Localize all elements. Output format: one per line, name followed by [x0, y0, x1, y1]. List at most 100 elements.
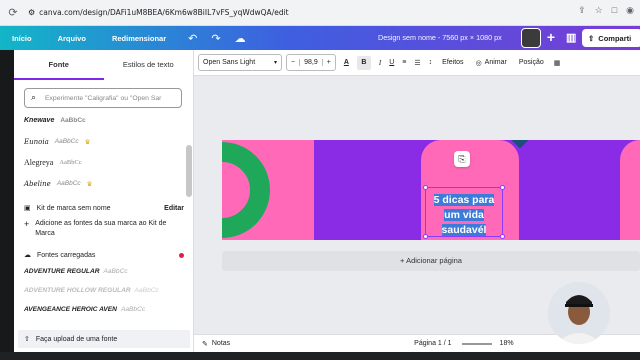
loaded-font-adventure[interactable]: ADVENTURE REGULAR AaBbCc: [24, 262, 184, 281]
font-item-abeline[interactable]: Abeline AaBbCc ♛: [24, 173, 189, 194]
panel-tabs: Fonte Estilos de texto: [14, 50, 193, 80]
share-icon[interactable]: ⇪: [578, 5, 586, 16]
insights-chart-icon[interactable]: ▥: [566, 31, 576, 44]
brand-kit-section: ▣ Kit de marca sem nome Editar + Adicion…: [24, 200, 184, 239]
font-item-eunoia[interactable]: Eunoia AaBbCc ♛: [24, 131, 189, 152]
zoom-value[interactable]: 18%: [500, 340, 514, 347]
tab-fonts[interactable]: Fonte: [14, 50, 104, 80]
undo-icon[interactable]: ↶: [188, 32, 197, 45]
font-item-demo: AaBbCc: [56, 180, 81, 187]
share-button[interactable]: ⇧ Comparti: [582, 29, 640, 47]
panel-scrollbar[interactable]: [186, 145, 192, 197]
brand-edit-button[interactable]: Editar: [164, 205, 184, 212]
page-indicator[interactable]: Página 1 / 1: [414, 340, 451, 347]
url-field[interactable]: ⚙ canva.com/design/DAFi1uM8BEA/6Km6w8BiI…: [28, 8, 289, 17]
font-search-input[interactable]: ⌕ Experimente "Caligrafia" ou "Open Sar: [24, 88, 182, 108]
loaded-fonts-title: Fontes carregadas: [37, 251, 96, 259]
font-item-label: Alegreya: [24, 158, 54, 167]
loaded-fonts-section: ☁ Fontes carregadas ADVENTURE REGULAR Aa…: [24, 248, 184, 319]
cloud-sync-icon[interactable]: ☁: [235, 32, 246, 45]
headline-line-1: 5 dicas para: [433, 194, 495, 206]
add-page-button[interactable]: + Adicionar página: [222, 251, 640, 271]
notes-icon[interactable]: ✎: [202, 340, 208, 348]
font-family-dropdown[interactable]: Open Sans Light ▾: [198, 54, 282, 71]
url-text: canva.com/design/DAFi1uM8BEA/6Km6w8BiIL7…: [39, 8, 289, 17]
position-button[interactable]: Posição: [519, 59, 544, 66]
tab-text-styles[interactable]: Estilos de texto: [104, 50, 194, 80]
document-title[interactable]: Design sem nome - 7560 px × 1080 px: [378, 33, 502, 42]
headline-line-2: um vida: [444, 209, 484, 221]
pink-arch-shape-right[interactable]: [620, 140, 640, 240]
resize-handle[interactable]: [423, 185, 428, 190]
search-icon: ⌕: [31, 92, 37, 102]
font-item-knewave[interactable]: Knewave AaBbCc: [24, 110, 189, 131]
browser-address-bar: ⟳ ⚙ canva.com/design/DAFi1uM8BEA/6Km6w8B…: [0, 0, 640, 26]
home-button[interactable]: Início: [12, 34, 32, 43]
os-taskbar: [0, 352, 640, 360]
resize-button[interactable]: Redimensionar: [112, 34, 166, 43]
font-item-label: ADVENTURE HOLLOW REGULAR: [24, 287, 131, 294]
font-family-value: Open Sans Light: [203, 59, 256, 66]
copy-element-icon[interactable]: ⎘: [454, 151, 470, 167]
animate-button[interactable]: ◎ Animar: [476, 59, 507, 67]
person-image: [548, 282, 610, 344]
font-item-demo: AaBbCc: [134, 287, 159, 294]
reload-icon[interactable]: ⟳: [6, 6, 20, 19]
effects-button[interactable]: Efeitos: [442, 59, 463, 66]
add-collaborator-icon[interactable]: +: [542, 28, 560, 46]
plus-icon: +: [24, 219, 30, 229]
decrease-size-button[interactable]: −: [287, 59, 299, 66]
user-avatar[interactable]: [521, 28, 541, 48]
increase-size-button[interactable]: +: [323, 59, 335, 66]
spacing-icon[interactable]: ↕: [429, 59, 433, 66]
upload-icon: ⇧: [24, 336, 30, 343]
bold-icon[interactable]: B: [356, 55, 371, 70]
underline-icon[interactable]: U: [389, 59, 394, 66]
text-color-icon[interactable]: A: [344, 59, 349, 66]
list-icon[interactable]: ☰: [414, 59, 420, 67]
font-item-demo: AaBbCc: [120, 306, 146, 313]
webcam-overlay: [548, 282, 610, 344]
add-brand-fonts-label: Adicione as fontes da sua marca ao Kit d…: [35, 220, 167, 237]
zoom-slider[interactable]: [461, 342, 492, 345]
headline-text[interactable]: 5 dicas para um vida saudavél: [426, 193, 502, 238]
font-list: Knewave AaBbCc Eunoia AaBbCc ♛ Alegreya …: [24, 110, 189, 194]
notification-dot: [179, 252, 184, 258]
align-center-icon[interactable]: ≡: [402, 59, 406, 66]
upload-font-button[interactable]: ⇧ Faça upload de uma fonte: [18, 330, 190, 348]
search-placeholder: Experimente "Caligrafia" ou "Open Sar: [45, 94, 162, 102]
loaded-font-adventure-hollow[interactable]: ADVENTURE HOLLOW REGULAR AaBbCc: [24, 281, 184, 300]
text-toolbar: Open Sans Light ▾ − 98,9 + A B I U ≡ ☰ ↕…: [194, 50, 640, 76]
profile-icon[interactable]: ◉: [626, 5, 634, 16]
upload-icon: ⇧: [588, 33, 595, 43]
font-item-label: Abeline: [24, 179, 51, 188]
headline-line-3: saudavél: [441, 224, 487, 236]
file-menu-button[interactable]: Arquivo: [58, 34, 86, 43]
font-panel: Fonte Estilos de texto ⌕ Experimente "Ca…: [14, 50, 194, 352]
font-item-label: AVENGEANCE HEROIC AVEN: [24, 306, 117, 313]
font-item-demo: AaBbCc: [59, 159, 82, 166]
font-item-label: Knewave: [24, 117, 55, 124]
font-item-demo: AaBbCc: [60, 117, 86, 124]
loaded-font-avengeance[interactable]: AVENGEANCE HEROIC AVEN AaBbCc: [24, 300, 184, 319]
add-brand-fonts-button[interactable]: + Adicione as fontes da sua marca ao Kit…: [24, 219, 184, 239]
font-size-stepper: − 98,9 +: [286, 54, 336, 71]
font-item-alegreya[interactable]: Alegreya AaBbCc: [24, 152, 189, 173]
animate-icon: ◎: [475, 59, 482, 67]
bookmark-star-icon[interactable]: ☆: [595, 5, 603, 16]
font-size-input[interactable]: 98,9: [299, 59, 323, 66]
window-icon[interactable]: □: [612, 5, 617, 16]
upload-font-label: Faça upload de uma fonte: [35, 335, 118, 343]
cloud-upload-icon: ☁: [24, 252, 31, 259]
redo-icon[interactable]: ↷: [211, 32, 220, 45]
left-icon-rail: [0, 50, 14, 352]
transparency-icon[interactable]: ▦: [554, 59, 561, 67]
resize-handle[interactable]: [500, 185, 505, 190]
crown-icon: ♛: [84, 138, 91, 146]
site-settings-icon[interactable]: ⚙: [28, 8, 35, 17]
italic-icon[interactable]: I: [379, 59, 381, 67]
font-item-label: ADVENTURE REGULAR: [24, 268, 100, 275]
brand-kit-title: Kit de marca sem nome: [36, 204, 111, 212]
editor-topbar: Início Arquivo Redimensionar ↶ ↷ ☁ Desig…: [0, 26, 640, 50]
notes-button[interactable]: Notas: [212, 340, 230, 347]
